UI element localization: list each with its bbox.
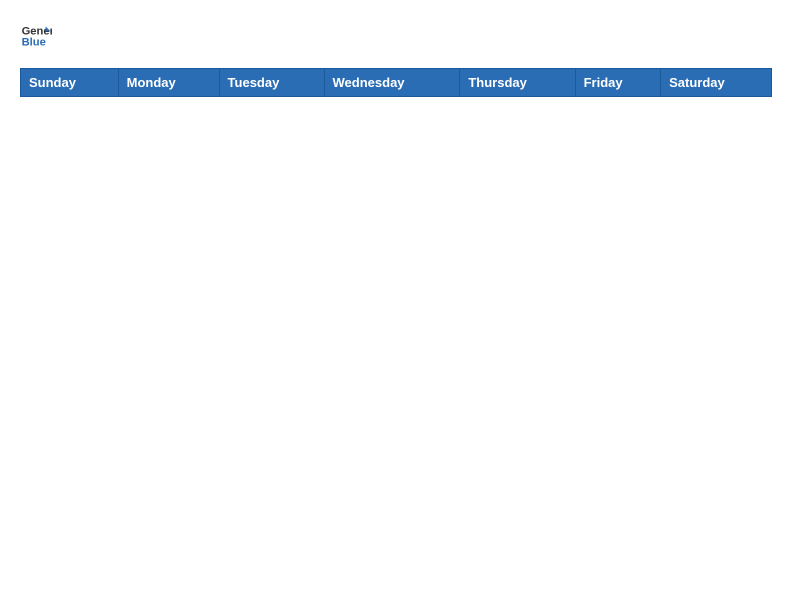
weekday-header-friday: Friday — [575, 69, 660, 97]
svg-text:Blue: Blue — [22, 37, 46, 49]
calendar-table: SundayMondayTuesdayWednesdayThursdayFrid… — [20, 68, 772, 97]
weekday-header-wednesday: Wednesday — [324, 69, 460, 97]
weekday-header-saturday: Saturday — [661, 69, 772, 97]
weekday-header-sunday: Sunday — [21, 69, 119, 97]
logo: General Blue — [20, 20, 52, 52]
svg-text:General: General — [22, 25, 52, 37]
weekday-header-tuesday: Tuesday — [219, 69, 324, 97]
weekday-header-monday: Monday — [118, 69, 219, 97]
page-header: General Blue — [20, 20, 772, 52]
weekday-header-thursday: Thursday — [460, 69, 575, 97]
logo-icon: General Blue — [20, 20, 52, 52]
